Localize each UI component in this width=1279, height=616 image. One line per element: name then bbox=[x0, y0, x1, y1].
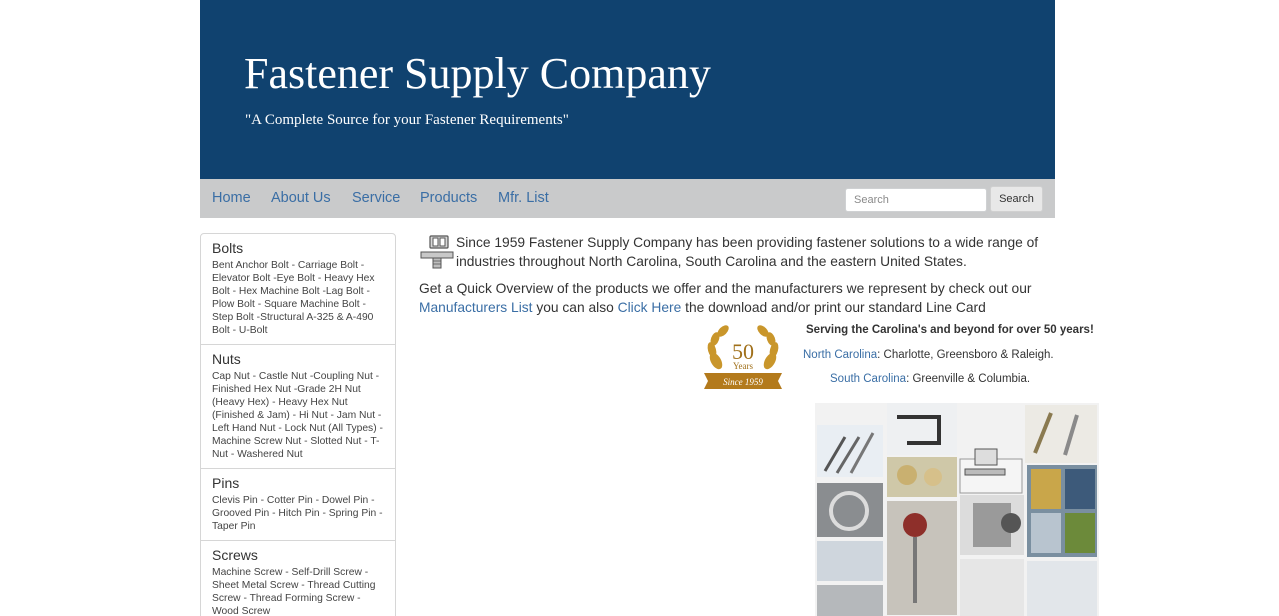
category-items[interactable]: Clevis Pin - Cotter Pin - Dowel Pin - Gr… bbox=[212, 494, 385, 533]
south-carolina-cities: : Greenville & Columbia. bbox=[906, 373, 1031, 385]
category-pins: Pins Clevis Pin - Cotter Pin - Dowel Pin… bbox=[201, 469, 395, 541]
nav-home[interactable]: Home bbox=[212, 190, 251, 206]
category-title[interactable]: Pins bbox=[212, 474, 385, 492]
badge-years: Years bbox=[733, 361, 754, 371]
manufacturers-list-link[interactable]: Manufacturers List bbox=[419, 300, 533, 315]
overview-paragraph: Get a Quick Overview of the products we … bbox=[419, 279, 1055, 317]
nav-service[interactable]: Service bbox=[352, 190, 400, 206]
site-title: Fastener Supply Company bbox=[244, 49, 711, 98]
nav-mfr-list[interactable]: Mfr. List bbox=[498, 190, 549, 206]
page-wrapper: Fastener Supply Company "A Complete Sour… bbox=[200, 0, 1099, 616]
category-title[interactable]: Nuts bbox=[212, 350, 385, 368]
fastener-logo-icon bbox=[420, 235, 454, 269]
product-category-sidebar: Bolts Bent Anchor Bolt - Carriage Bolt -… bbox=[200, 233, 396, 616]
intro-paragraph: Since 1959 Fastener Supply Company has b… bbox=[456, 235, 1039, 269]
nav-products[interactable]: Products bbox=[420, 190, 477, 206]
fastener-product-collage bbox=[815, 403, 1099, 616]
category-screws: Screws Machine Screw - Self-Drill Screw … bbox=[201, 541, 395, 616]
search-button[interactable]: Search bbox=[990, 186, 1043, 212]
overview-text-start: Get a Quick Overview of the products we … bbox=[419, 281, 1032, 296]
north-carolina-line: North Carolina: Charlotte, Greensboro & … bbox=[803, 349, 1054, 361]
south-carolina-line: South Carolina: Greenville & Columbia. bbox=[830, 373, 1030, 385]
category-title[interactable]: Bolts bbox=[212, 239, 385, 257]
category-items[interactable]: Bent Anchor Bolt - Carriage Bolt - Eleva… bbox=[212, 259, 385, 337]
north-carolina-cities: : Charlotte, Greensboro & Raleigh. bbox=[877, 349, 1054, 361]
fifty-years-badge-icon: 50 Years Since 1959 bbox=[704, 325, 782, 389]
north-carolina-link[interactable]: North Carolina bbox=[803, 349, 877, 361]
search-input[interactable] bbox=[845, 188, 987, 212]
category-items[interactable]: Cap Nut - Castle Nut -Coupling Nut - Fin… bbox=[212, 370, 385, 461]
line-card-link[interactable]: Click Here bbox=[618, 300, 682, 315]
site-tagline: "A Complete Source for your Fastener Req… bbox=[245, 112, 569, 128]
overview-text-end: the download and/or print our standard L… bbox=[681, 300, 986, 315]
site-header: Fastener Supply Company "A Complete Sour… bbox=[200, 0, 1055, 179]
serving-heading: Serving the Carolina's and beyond for ov… bbox=[806, 324, 1094, 336]
badge-since: Since 1959 bbox=[723, 377, 763, 387]
overview-text-mid: you can also bbox=[532, 300, 618, 315]
south-carolina-link[interactable]: South Carolina bbox=[830, 373, 906, 385]
category-title[interactable]: Screws bbox=[212, 546, 385, 564]
category-items[interactable]: Machine Screw - Self-Drill Screw - Sheet… bbox=[212, 566, 385, 616]
nav-about-us[interactable]: About Us bbox=[271, 190, 331, 206]
category-nuts: Nuts Cap Nut - Castle Nut -Coupling Nut … bbox=[201, 345, 395, 469]
category-bolts: Bolts Bent Anchor Bolt - Carriage Bolt -… bbox=[201, 234, 395, 345]
